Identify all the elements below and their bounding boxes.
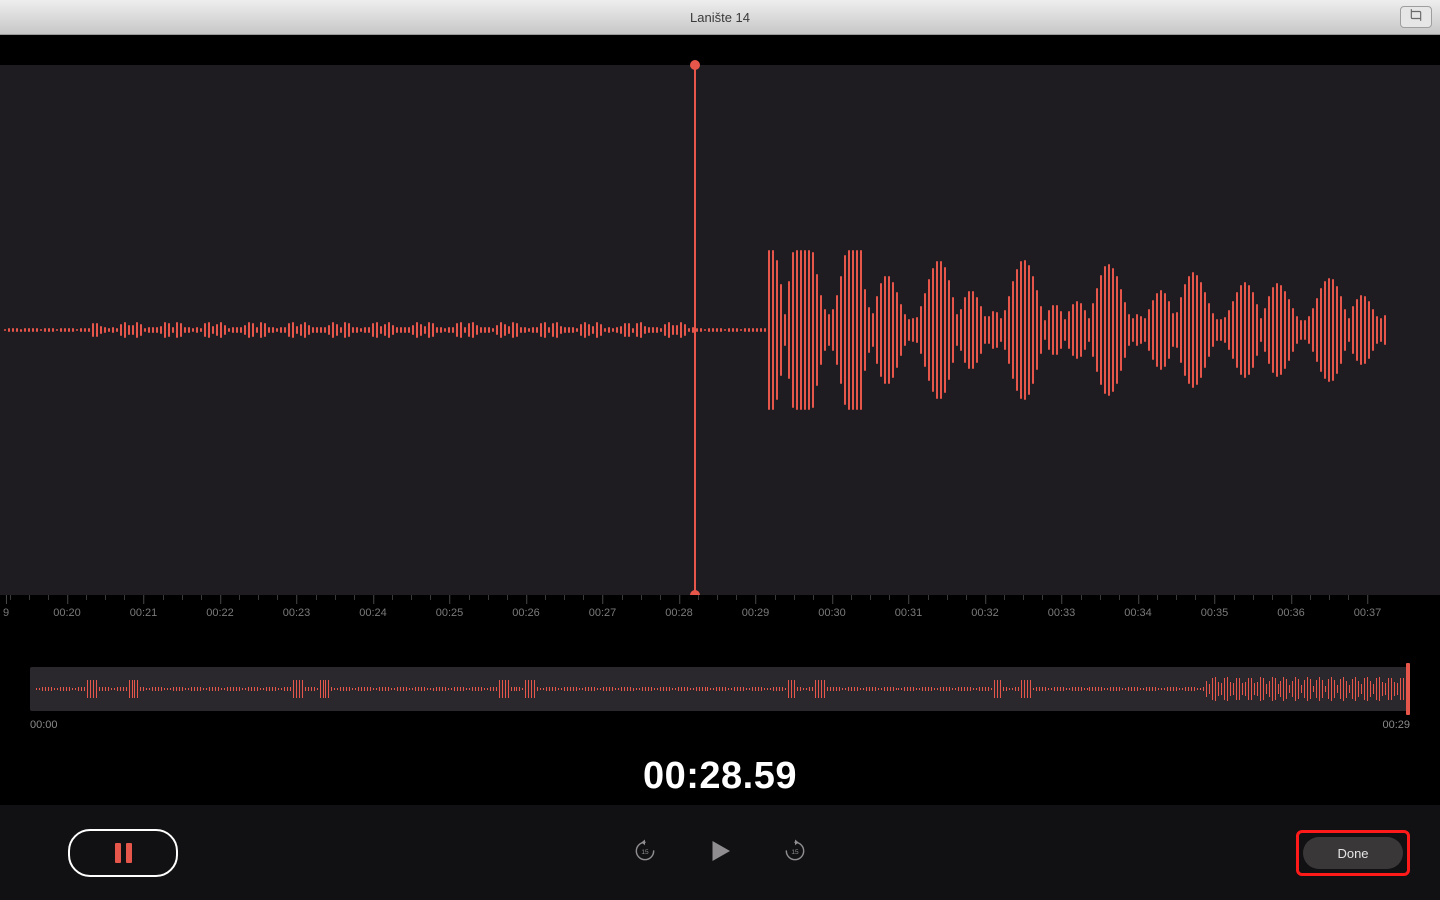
crop-button[interactable] xyxy=(1400,6,1432,28)
waveform-bars xyxy=(0,230,1440,430)
svg-text:15: 15 xyxy=(791,848,799,855)
elapsed-time-display: 00:28.59 xyxy=(0,755,1440,798)
transport-bar: 15 15 Done xyxy=(0,805,1440,900)
window-titlebar: Lanište 14 xyxy=(0,0,1440,35)
crop-icon xyxy=(1409,8,1423,27)
skip-back-button[interactable]: 15 xyxy=(631,839,659,867)
play-icon xyxy=(705,836,735,871)
svg-text:15: 15 xyxy=(641,848,649,855)
overview-cursor[interactable] xyxy=(1406,663,1410,715)
done-button[interactable]: Done xyxy=(1303,837,1403,869)
window-title: Lanište 14 xyxy=(690,10,750,25)
skip-back-15-icon: 15 xyxy=(632,838,658,869)
pause-icon xyxy=(115,843,132,863)
play-button[interactable] xyxy=(705,836,735,871)
skip-forward-button[interactable]: 15 xyxy=(781,839,809,867)
overview-strip[interactable]: 00:00 00:29 xyxy=(30,667,1410,731)
done-highlight: Done xyxy=(1296,830,1410,876)
overview-labels: 00:00 00:29 xyxy=(30,719,1410,731)
overview-waveform[interactable] xyxy=(30,667,1410,711)
skip-forward-15-icon: 15 xyxy=(782,838,808,869)
overview-end-label: 00:29 xyxy=(1382,719,1410,731)
overview-start-label: 00:00 xyxy=(30,719,58,731)
timeline-ruler[interactable]: 900:2000:2100:2200:2300:2400:2500:2600:2… xyxy=(0,595,1440,625)
pause-button[interactable] xyxy=(68,829,178,877)
waveform-main[interactable] xyxy=(0,65,1440,595)
playhead[interactable] xyxy=(694,65,696,595)
